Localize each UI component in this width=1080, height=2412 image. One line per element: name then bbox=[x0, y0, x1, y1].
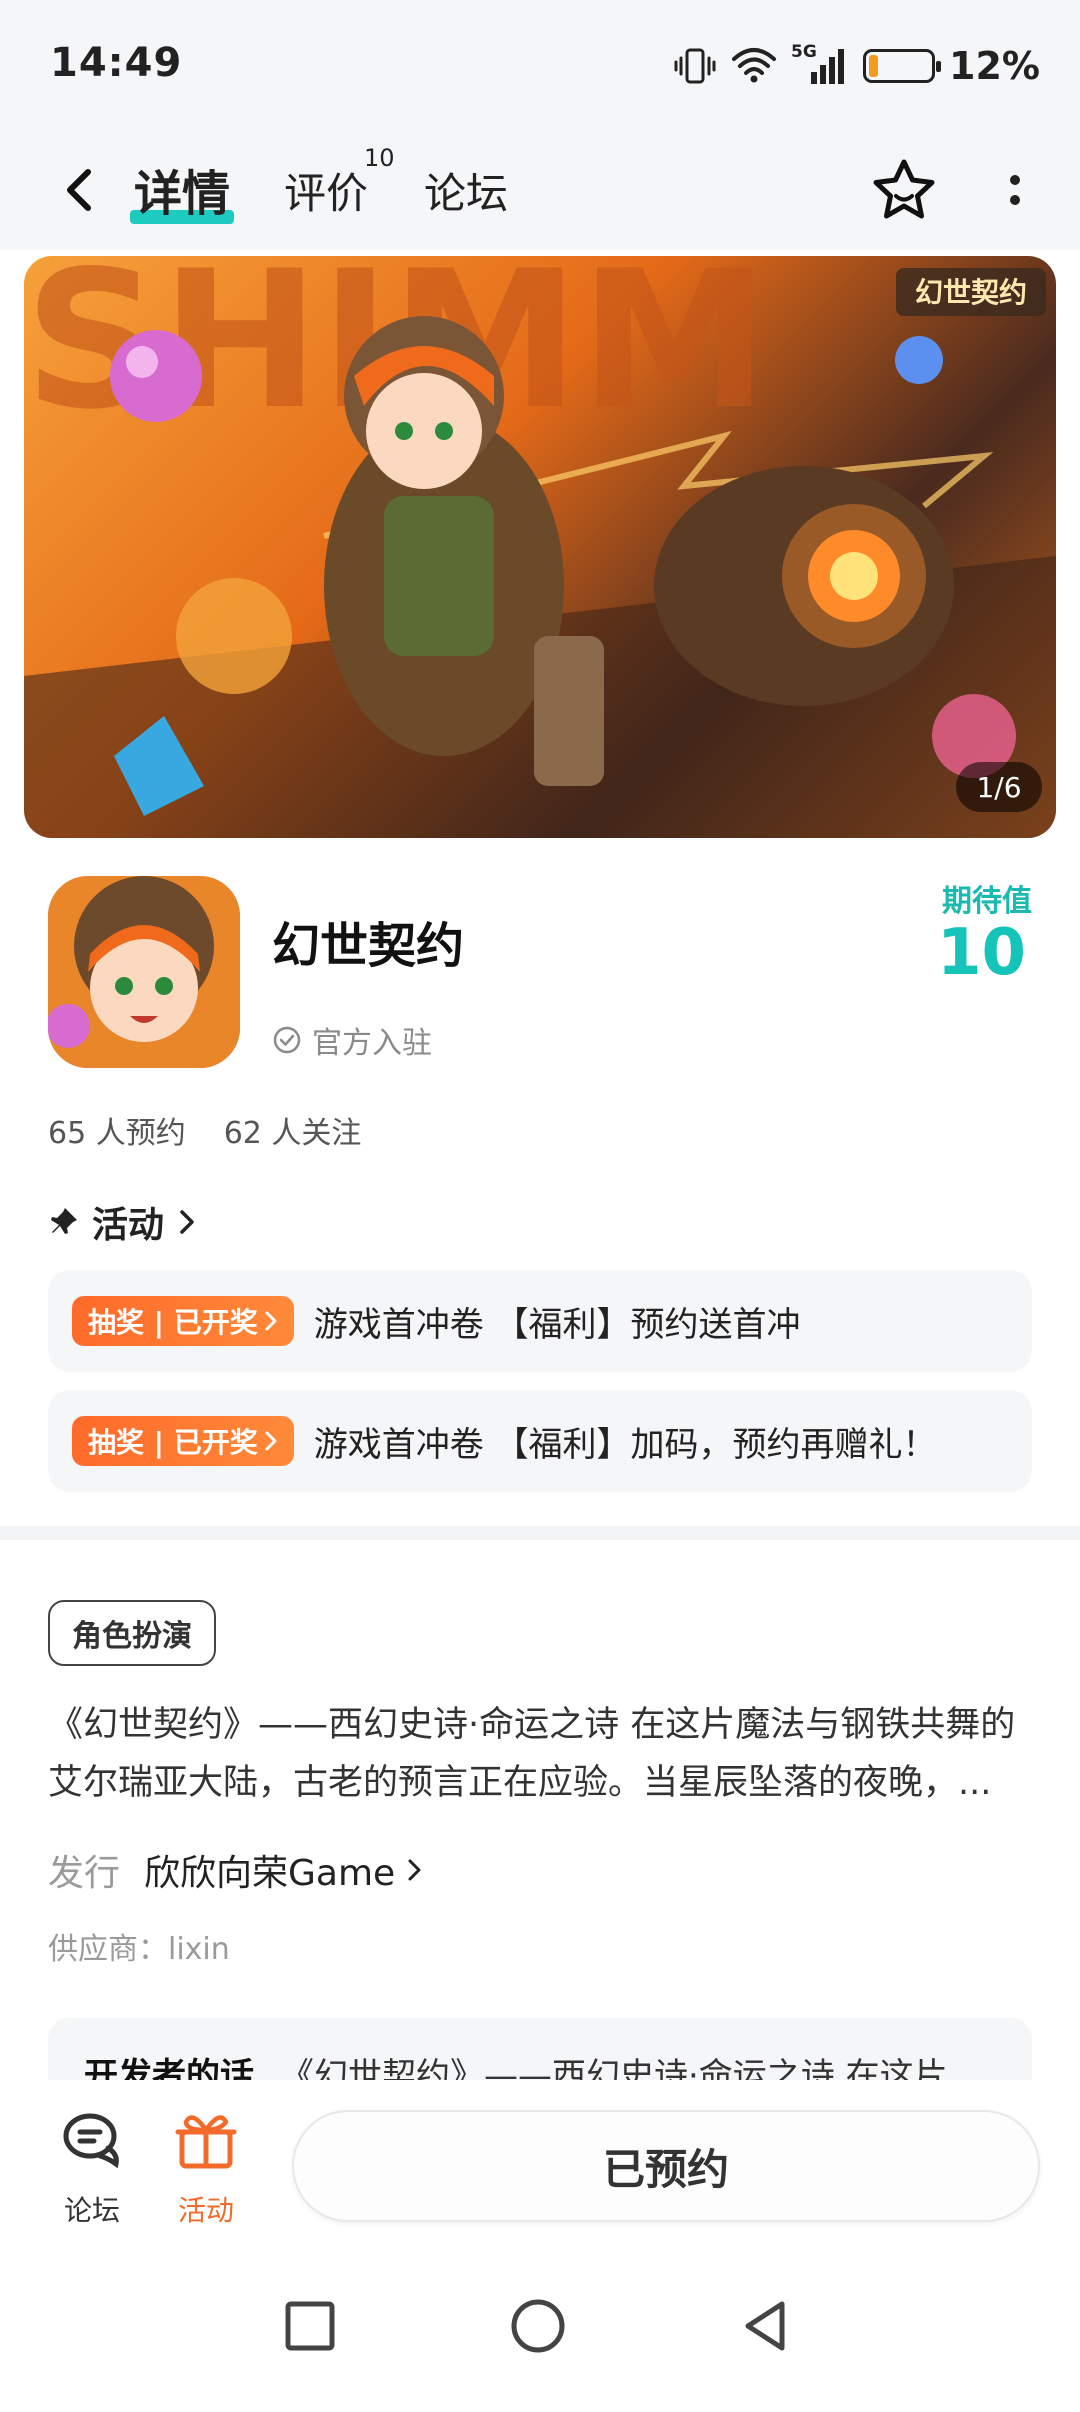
more-vertical-icon bbox=[1010, 175, 1020, 185]
status-indicators: 5G 12% bbox=[673, 42, 1040, 90]
game-description[interactable]: 《幻世契约》——西幻史诗·命运之诗 在这片魔法与钢铁共舞的 艾尔瑞亚大陆，古老的… bbox=[48, 1696, 1038, 1812]
chevron-right-icon bbox=[180, 1210, 194, 1234]
battery-icon bbox=[863, 49, 942, 83]
vibrate-icon bbox=[674, 48, 716, 84]
app-icon bbox=[48, 876, 240, 1068]
banner-artwork: SHIMM 幻世契约 bbox=[24, 256, 1056, 838]
back-arrow-icon bbox=[67, 169, 91, 211]
description-line: 《幻世契约》——西幻史诗·命运之诗 在这片魔法与钢铁共舞的 bbox=[48, 1705, 1016, 1745]
app-info: 幻世契约 官方入驻 期待值 10 bbox=[48, 876, 1032, 1076]
follower-count: 62 人关注 bbox=[223, 1116, 362, 1151]
gift-icon bbox=[175, 2115, 237, 2169]
tab-forum[interactable]: 论坛 bbox=[424, 160, 508, 221]
game-banner-carousel[interactable]: SHIMM 幻世契约 1/6 bbox=[24, 256, 1056, 838]
chevron-right-icon bbox=[408, 1859, 421, 1881]
reviews-count-badge: 10 bbox=[364, 144, 395, 172]
lottery-badge: 抽奖 | 已开奖 bbox=[72, 1296, 294, 1346]
square-icon bbox=[285, 2301, 335, 2351]
banner-page-counter: 1/6 bbox=[956, 762, 1042, 812]
top-nav: 详情 评价 10 论坛 bbox=[0, 130, 1080, 250]
description-line: 艾尔瑞亚大陆，古老的预言正在应验。当星辰坠落的夜晚，... bbox=[48, 1763, 992, 1803]
lottery-badge-label: 抽奖 | 已开奖 bbox=[88, 1306, 258, 1339]
genre-tag[interactable]: 角色扮演 bbox=[48, 1600, 216, 1666]
publisher-name: 欣欣向荣Game bbox=[144, 1853, 396, 1894]
section-divider bbox=[0, 1526, 1080, 1540]
tab-reviews[interactable]: 评价 bbox=[284, 160, 368, 221]
more-options-button[interactable] bbox=[990, 154, 1040, 226]
chat-bubble-icon bbox=[63, 2113, 119, 2169]
triangle-back-icon bbox=[745, 2301, 785, 2351]
circle-icon bbox=[511, 2299, 565, 2353]
stats-row: 65 人预约 62 人关注 bbox=[48, 1108, 361, 1152]
activities-header[interactable]: 活动 bbox=[48, 1196, 198, 1248]
pin-icon bbox=[51, 1208, 77, 1234]
status-time: 14:49 bbox=[50, 40, 183, 86]
banner-logo: 幻世契约 bbox=[915, 276, 1027, 309]
star-outline-icon bbox=[873, 159, 935, 219]
chevron-right-icon bbox=[265, 1311, 277, 1331]
forum-button[interactable]: 论坛 bbox=[42, 2108, 142, 2229]
favorite-button[interactable] bbox=[868, 154, 940, 226]
app-icon-art bbox=[48, 876, 240, 1068]
recent-apps-button[interactable] bbox=[278, 2294, 342, 2358]
cellular-signal: 5G bbox=[791, 42, 849, 86]
back-nav-button[interactable] bbox=[734, 2294, 798, 2358]
activity-item[interactable]: 抽奖 | 已开奖 游戏首冲卷 【福利】预约送首冲 bbox=[48, 1270, 1032, 1372]
chevron-right-icon bbox=[265, 1431, 277, 1451]
battery-percent: 12% bbox=[949, 44, 1040, 88]
expectation-label: 期待值 bbox=[942, 884, 1032, 919]
activity-label: 活动 bbox=[177, 2194, 234, 2227]
battery-fill bbox=[869, 55, 879, 77]
reserved-button[interactable]: 已预约 bbox=[292, 2110, 1040, 2222]
lottery-badge-label: 抽奖 | 已开奖 bbox=[88, 1426, 258, 1459]
signal-bars-icon bbox=[811, 49, 845, 84]
supplier-info: 供应商：lixin bbox=[48, 1932, 230, 1967]
wifi-icon bbox=[732, 48, 777, 83]
system-navigation-bar bbox=[0, 2250, 1080, 2412]
activity-text: 游戏首冲卷 【福利】预约送首冲 bbox=[313, 1304, 801, 1345]
developer-notes[interactable]: 开发者的话 《幻世契约》——西幻史诗·命运之诗 在这片 bbox=[48, 2018, 1032, 2080]
check-circle-icon bbox=[273, 1026, 301, 1054]
developer-notes-text: 《幻世契约》——西幻史诗·命运之诗 在这片 bbox=[280, 2056, 948, 2080]
activity-button[interactable]: 活动 bbox=[156, 2108, 256, 2229]
publisher-label: 发行 bbox=[48, 1853, 121, 1894]
tab-details[interactable]: 详情 bbox=[134, 154, 230, 224]
home-button[interactable] bbox=[506, 2294, 570, 2358]
publisher-row[interactable]: 发行 欣欣向荣Game bbox=[48, 1844, 425, 1896]
verified-status: 官方入驻 bbox=[272, 1018, 432, 1062]
bottom-action-bar: 论坛 活动 已预约 bbox=[0, 2080, 1080, 2250]
publisher-link[interactable]: 欣欣向荣Game bbox=[144, 1844, 425, 1896]
back-button[interactable] bbox=[48, 158, 112, 222]
status-bar: 14:49 5G 12% bbox=[0, 0, 1080, 130]
expectation-value: 10 bbox=[936, 916, 1026, 990]
app-name: 幻世契约 bbox=[272, 918, 465, 974]
developer-notes-label: 开发者的话 bbox=[84, 2056, 254, 2080]
verified-label: 官方入驻 bbox=[312, 1026, 432, 1061]
activity-text: 游戏首冲卷 【福利】加码，预约再赠礼！ bbox=[313, 1424, 937, 1465]
reservation-count: 65 人预约 bbox=[48, 1116, 186, 1151]
activities-title: 活动 bbox=[92, 1205, 165, 1246]
forum-label: 论坛 bbox=[63, 2194, 120, 2227]
activity-item[interactable]: 抽奖 | 已开奖 游戏首冲卷 【福利】加码，预约再赠礼！ bbox=[48, 1390, 1032, 1492]
lottery-badge: 抽奖 | 已开奖 bbox=[72, 1416, 294, 1466]
